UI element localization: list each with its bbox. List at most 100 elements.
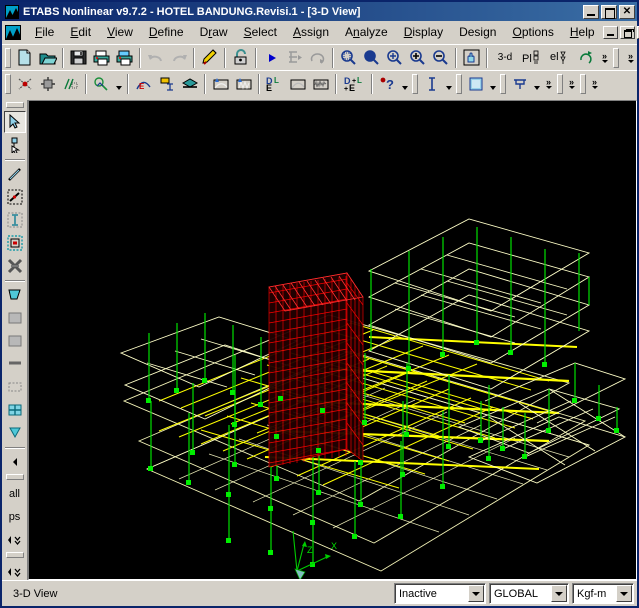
sidebar-grip[interactable] [5,102,24,108]
menu-options[interactable]: Options [504,23,561,41]
sidebar-grip-3[interactable] [5,552,24,558]
menu-display[interactable]: Display [396,23,451,41]
zoom-in-button[interactable] [406,47,429,69]
menu-assign[interactable]: Assign [285,23,337,41]
open-file-button[interactable] [36,47,59,69]
print-tables-button[interactable] [113,47,136,69]
sidebar-draw-line-area-tool[interactable] [4,186,26,208]
text-mode-button[interactable] [420,73,443,95]
rerun-button[interactable] [306,47,329,69]
extrude-dropdown-arrow-icon[interactable] [531,73,542,95]
show-energy-diagram-button[interactable]: D + L + E [340,73,368,95]
sidebar-draw-ramp-tool[interactable] [4,422,26,444]
display-toolbar-overflow-button-2[interactable]: » [565,73,578,95]
toolbar-grip[interactable] [412,73,418,94]
display-toolbar-overflow-button[interactable]: » [542,73,555,95]
show-deformed-shape-button[interactable] [209,73,232,95]
new-model-button[interactable] [13,47,36,69]
fill-objects-button[interactable] [464,73,487,95]
rotate-3d-view-button[interactable] [575,47,598,69]
sidebar-draw-opening-tool[interactable] [4,376,26,398]
edit-grid-button[interactable] [198,47,221,69]
undo-button[interactable] [144,47,167,69]
chevron-down-icon[interactable] [616,585,632,602]
extrude-view-button[interactable] [508,73,531,95]
menu-define[interactable]: Define [141,23,192,41]
menu-file[interactable]: FFileile [27,23,62,41]
toolbar-grip[interactable] [456,73,462,94]
menu-edit[interactable]: Edit [62,23,99,41]
toolbar-grip[interactable] [580,73,586,94]
sidebar-draw-rect-area-tool[interactable] [4,307,26,329]
window-minimize-button[interactable] [583,4,599,19]
chevron-down-icon[interactable] [551,585,567,602]
object-shrink-button[interactable] [59,73,82,95]
menu-view[interactable]: View [99,23,141,41]
status-units-combo[interactable]: Kgf-m [572,583,634,604]
sidebar-draw-secondary-tool[interactable] [4,232,26,254]
sidebar-scroll-left[interactable] [4,451,26,473]
toolbar-grip[interactable] [500,73,506,94]
toolbar-grip[interactable] [5,47,11,68]
help-dropdown-arrow-icon[interactable] [399,73,410,95]
menu-analyze[interactable]: Analyze [337,23,396,41]
member-force-diagram-button[interactable]: D L E [263,73,286,95]
show-response-spectrum-button[interactable] [286,73,309,95]
run-analysis-button[interactable] [260,47,283,69]
show-mode-shape-button[interactable] [232,73,255,95]
sidebar-select-all[interactable]: all [4,483,26,505]
window-maximize-button[interactable] [601,4,617,19]
zoom-out-button[interactable] [429,47,452,69]
status-selection-combo[interactable]: Inactive [394,583,486,604]
mdi-minimize-button[interactable] [602,25,618,39]
label-objects-button[interactable] [155,73,178,95]
perspective-toggle-button[interactable] [36,73,59,95]
sidebar-quick-area-tool[interactable] [4,330,26,352]
sidebar-draw-area-tool[interactable] [4,284,26,306]
sidebar-quick-mesh-tool[interactable] [4,399,26,421]
set-building-view-options-button[interactable] [13,73,36,95]
mdi-restore-button[interactable] [619,25,635,39]
text-dropdown-arrow-icon[interactable] [443,73,454,95]
time-history-traces-button[interactable] [309,73,332,95]
print-graphics-button[interactable] [90,47,113,69]
menu-design[interactable]: Design [451,23,504,41]
toolbar-grip[interactable] [5,73,11,94]
toolbar-grip[interactable] [613,47,619,68]
lock-unlock-model-button[interactable] [229,47,252,69]
menu-help[interactable]: Help [562,23,603,41]
section-cut-button[interactable] [178,73,201,95]
sidebar-draw-line-tool[interactable] [4,163,26,185]
view-plan-button[interactable]: Pl [519,47,547,69]
run-static-button[interactable] [283,47,306,69]
main-toolbar-overflow-button-2[interactable]: » [624,47,637,69]
window-close-button[interactable]: ✕ [619,4,635,19]
sidebar-overflow-1[interactable] [4,529,26,551]
display-toolbar-overflow-button-3[interactable]: » [588,73,601,95]
show-undeformed-shape-button[interactable] [90,73,113,95]
sidebar-draw-wall-tool[interactable] [4,353,26,375]
shrink-dropdown-arrow-icon[interactable] [113,73,124,95]
view-3d-button[interactable]: 3-d [491,47,519,69]
fill-dropdown-arrow-icon[interactable] [487,73,498,95]
restore-full-view-button[interactable] [360,47,383,69]
menu-draw[interactable]: Draw [192,23,236,41]
sidebar-reshape-tool[interactable] [4,134,26,156]
sidebar-pointer-tool[interactable] [3,111,26,133]
rubber-band-zoom-button[interactable] [337,47,360,69]
menu-select[interactable]: Select [236,23,285,41]
chevron-down-icon[interactable] [468,585,484,602]
sidebar-draw-brace-tool[interactable] [4,255,26,277]
3d-model-viewport[interactable]: Z X [28,100,637,580]
save-button[interactable] [67,47,90,69]
assign-section-button[interactable]: E [132,73,155,95]
toolbar-grip[interactable] [557,73,563,94]
sidebar-previous-selection[interactable]: ps [4,506,26,528]
main-toolbar-overflow-button[interactable]: » [598,47,611,69]
redo-button[interactable] [167,47,190,69]
pan-button[interactable] [460,47,483,69]
previous-zoom-button[interactable] [383,47,406,69]
sidebar-grip-2[interactable] [5,474,24,480]
sidebar-draw-column-tool[interactable] [4,209,26,231]
status-coordinate-combo[interactable]: GLOBAL [489,583,569,604]
